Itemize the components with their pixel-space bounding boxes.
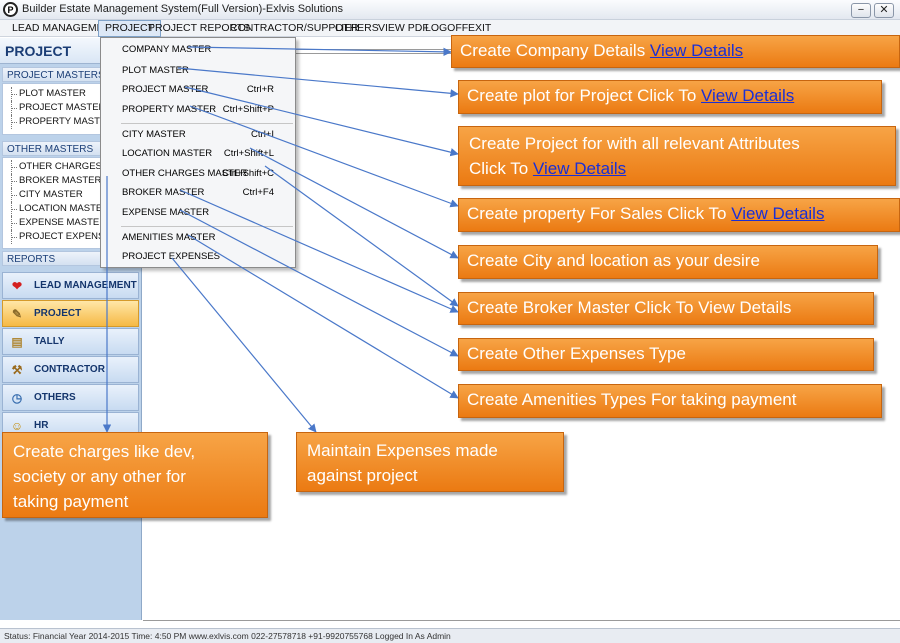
- arrow-amenities: [187, 234, 459, 399]
- callout-text: Create plot for Project Click To: [467, 86, 701, 105]
- callout-text: against project: [307, 466, 418, 485]
- view-details-link[interactable]: View Details: [650, 41, 743, 60]
- callout-text: Click To: [469, 159, 533, 178]
- arrow-project: [184, 86, 459, 157]
- arrow-city: [249, 147, 459, 259]
- callout-plot: Create plot for Project Click To View De…: [458, 80, 882, 114]
- callout-other-expenses: Create Other Expenses Type: [458, 338, 874, 371]
- callout-broker: Create Broker Master Click To View Detai…: [458, 292, 874, 325]
- view-details-link[interactable]: View Details: [731, 204, 824, 223]
- callout-text: taking payment: [13, 492, 129, 511]
- callout-expenses: Maintain Expenses made against project: [296, 432, 564, 492]
- callout-text: Create property For Sales Click To: [467, 204, 732, 223]
- callout-project: Create Project for with all relevant Att…: [458, 126, 896, 186]
- callout-text: Create Broker Master Click To View Detai…: [467, 298, 792, 317]
- callout-property: Create property For Sales Click To View …: [458, 198, 900, 232]
- callout-charges: Create charges like dev, society or any …: [2, 432, 268, 518]
- callout-text: Create Company Details: [460, 41, 650, 60]
- callout-text: society or any other for: [13, 467, 186, 486]
- callout-text: Create City and location as your desire: [467, 251, 760, 270]
- callout-text: Maintain Expenses made: [307, 441, 498, 460]
- callout-text: Create Project for with all relevant Att…: [469, 134, 800, 153]
- callout-text: Create Other Expenses Type: [467, 344, 686, 363]
- arrow-expenses: [171, 257, 317, 433]
- callout-company-details: Create Company Details View Details: [451, 35, 900, 68]
- arrow-company: [187, 46, 452, 57]
- view-details-link[interactable]: View Details: [533, 159, 626, 178]
- arrow-broker-2: [179, 189, 459, 313]
- callout-text: Create Amenities Types For taking paymen…: [467, 390, 797, 409]
- arrow-broker: [264, 165, 459, 307]
- status-bar: Status: Financial Year 2014-2015 Time: 4…: [0, 628, 900, 643]
- callout-city-location: Create City and location as your desire: [458, 245, 878, 279]
- callout-amenities: Create Amenities Types For taking paymen…: [458, 384, 882, 418]
- callout-text: Create charges like dev,: [13, 442, 196, 461]
- arrow-other-expenses: [179, 209, 459, 357]
- view-details-link[interactable]: View Details: [701, 86, 794, 105]
- arrow-plot: [177, 67, 459, 98]
